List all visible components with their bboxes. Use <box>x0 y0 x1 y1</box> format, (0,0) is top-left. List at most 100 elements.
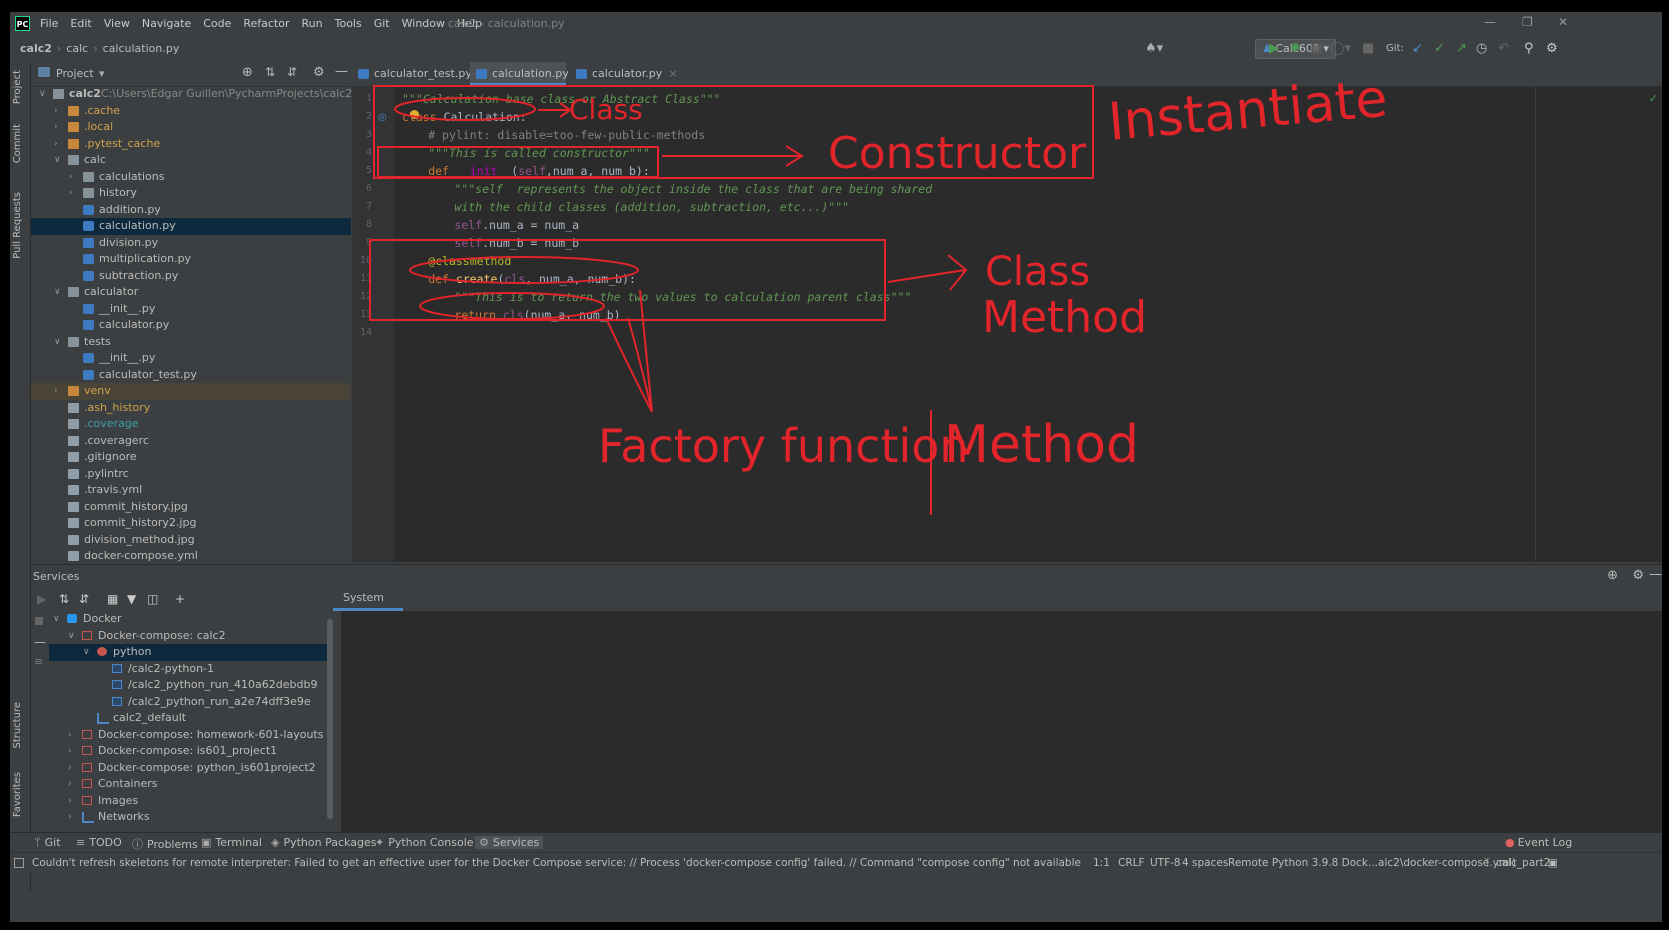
project-tree-item[interactable]: docker-compose.yml <box>31 548 351 565</box>
status-toggle-icon[interactable] <box>14 858 24 868</box>
settings-gear-icon[interactable]: ⚙ <box>1546 41 1558 56</box>
chevron-right-icon[interactable]: › <box>68 776 72 793</box>
menu-file[interactable]: File <box>40 17 58 30</box>
tool-tab-terminal[interactable]: ▣ Terminal <box>201 836 262 849</box>
project-tree-item[interactable]: multiplication.py <box>31 251 351 268</box>
service-tree-item[interactable]: › Networks <box>49 809 331 826</box>
lock-icon[interactable]: ▣ <box>1548 857 1558 869</box>
service-tree-item[interactable]: /calc2_python_run_a2e74dff3e9e <box>49 694 331 711</box>
chevron-right-icon[interactable]: › <box>54 103 58 120</box>
coverage-icon[interactable]: ▣ <box>1310 41 1322 56</box>
chevron-down-icon[interactable]: ∨ <box>39 86 46 103</box>
minus-icon[interactable]: — <box>34 635 46 649</box>
project-tree-item[interactable]: .coverage <box>31 416 351 433</box>
chevron-down-icon[interactable]: ∨ <box>53 611 60 628</box>
tool-tab-todo[interactable]: ≡ TODO <box>76 836 122 849</box>
tool-tab-problems[interactable]: ⓘ Problems <box>132 836 198 852</box>
project-tree-item[interactable]: calculation.py <box>31 218 351 235</box>
collapse-all-icon[interactable]: ⇵ <box>287 65 297 79</box>
menu-run[interactable]: Run <box>302 17 323 30</box>
editor-tab[interactable]: calculator.py × <box>570 62 682 86</box>
project-panel-title[interactable]: Project <box>56 67 94 80</box>
chevron-down-icon[interactable]: ∨ <box>83 644 90 661</box>
git-update-icon[interactable]: ↙ <box>1412 41 1423 56</box>
tool-tab-git[interactable]: ᛘ Git <box>34 836 61 849</box>
menu-window[interactable]: Window <box>402 17 445 30</box>
chevron-down-icon[interactable]: ▾ <box>99 67 105 80</box>
project-tree-item[interactable]: .travis.yml <box>31 482 351 499</box>
project-tree-item[interactable]: › venv <box>31 383 351 400</box>
service-tree-item[interactable]: › Docker-compose: homework-601-layouts <box>49 727 331 744</box>
run-icon[interactable]: ▶ <box>37 592 46 606</box>
tool-tab-services[interactable]: ⚙ Services <box>475 836 544 849</box>
commit-tool-tab[interactable]: Commit <box>12 124 23 163</box>
project-tree-item[interactable]: ∨ calc2 C:\Users\Edgar Guillen\PycharmProj… <box>31 86 352 103</box>
system-log-tab[interactable]: System Log <box>333 587 403 626</box>
chevron-right-icon[interactable]: › <box>68 743 72 760</box>
project-tree-item[interactable]: commit_history2.jpg <box>31 515 351 532</box>
group-icon[interactable]: ▦ <box>107 592 118 606</box>
menu-refactor[interactable]: Refactor <box>243 17 289 30</box>
menu-navigate[interactable]: Navigate <box>142 17 191 30</box>
add-icon[interactable]: + <box>175 592 185 606</box>
bulb-icon[interactable] <box>410 110 419 119</box>
project-tree-item[interactable]: __init__.py <box>31 350 351 367</box>
chevron-right-icon[interactable]: › <box>69 185 73 202</box>
rollback-icon[interactable]: ↶ <box>1498 41 1509 56</box>
chevron-down-icon[interactable]: ∨ <box>68 628 75 645</box>
editor-tab[interactable]: calculation.py× <box>470 62 584 86</box>
project-tree-item[interactable]: calculator.py <box>31 317 351 334</box>
project-tree-item[interactable]: › .pytest_cache <box>31 136 351 153</box>
expand-all-icon[interactable]: ⇅ <box>59 592 69 606</box>
debug-icon[interactable]: ✺ <box>1290 41 1301 56</box>
event-log-tab[interactable]: ● Event Log <box>1505 836 1572 849</box>
chevron-right-icon[interactable]: › <box>54 383 58 400</box>
stop-icon[interactable] <box>35 617 43 625</box>
service-tree-item[interactable]: /calc2-python-1 <box>49 661 331 678</box>
service-tree-item[interactable]: › Images <box>49 793 331 810</box>
hide-panel-icon[interactable]: — <box>335 64 348 79</box>
breadcrumb-item[interactable]: calculation.py <box>103 42 180 55</box>
expand-all-icon[interactable]: ⇅ <box>265 65 275 79</box>
breadcrumb-item[interactable]: calc2 <box>20 42 52 55</box>
chevron-right-icon[interactable]: › <box>54 136 58 153</box>
layout-icon[interactable]: ≡ <box>34 655 43 668</box>
indent-setting[interactable]: 4 spaces <box>1182 857 1228 869</box>
chevron-down-icon[interactable]: ∨ <box>54 152 61 169</box>
caret-position[interactable]: 1:1 <box>1093 857 1110 869</box>
git-commit-icon[interactable]: ✓ <box>1434 41 1445 56</box>
service-tree-item[interactable]: › Docker-compose: is601_project1 <box>49 743 331 760</box>
project-tool-tab[interactable]: Project <box>12 70 23 104</box>
chevron-right-icon[interactable]: › <box>68 727 72 744</box>
search-icon[interactable]: ⚲ <box>1524 41 1534 56</box>
restore-icon[interactable]: ❐ <box>1522 15 1533 29</box>
pull-requests-tool-tab[interactable]: Pull Requests <box>12 192 23 259</box>
service-tree-item[interactable]: calc2_default <box>49 710 331 727</box>
project-tree-item[interactable]: › calculations <box>31 169 351 186</box>
project-tree-item[interactable]: ∨ calculator <box>31 284 351 301</box>
service-tree-item[interactable]: /calc2_python_run_410a62debdb9 <box>49 677 331 694</box>
file-encoding[interactable]: UTF-8 <box>1150 857 1181 869</box>
project-tree-item[interactable]: calculator_test.py <box>31 367 351 384</box>
project-tree-item[interactable]: .coveragerc <box>31 433 351 450</box>
project-tree-item[interactable]: subtraction.py <box>31 268 351 285</box>
git-branch[interactable]: calc_part2 <box>1496 857 1550 869</box>
gear-icon[interactable]: ⚙ <box>1632 568 1644 583</box>
project-tree-item[interactable]: division_method.jpg <box>31 532 351 549</box>
project-tree-item[interactable]: › history <box>31 185 351 202</box>
service-tree-item[interactable]: ∨ Docker <box>49 611 331 628</box>
chevron-down-icon[interactable]: ∨ <box>54 284 61 301</box>
service-tree-item[interactable]: › Containers <box>49 776 331 793</box>
menu-view[interactable]: View <box>104 17 130 30</box>
git-push-icon[interactable]: ↗ <box>1456 41 1467 56</box>
menu-code[interactable]: Code <box>203 17 231 30</box>
chevron-right-icon[interactable]: › <box>54 119 58 136</box>
system-log-area[interactable] <box>341 611 1662 833</box>
editor-tab[interactable]: calculator_test.py× <box>352 62 487 86</box>
chevron-down-icon[interactable]: ∨ <box>54 334 61 351</box>
project-tree-item[interactable]: ∨ tests <box>31 334 351 351</box>
project-tree-item[interactable]: › .local <box>31 119 351 136</box>
implemented-icon[interactable]: ◎ <box>378 112 387 123</box>
project-tree-item[interactable]: .pylintrc <box>31 466 351 483</box>
project-tree-item[interactable]: division.py <box>31 235 351 252</box>
